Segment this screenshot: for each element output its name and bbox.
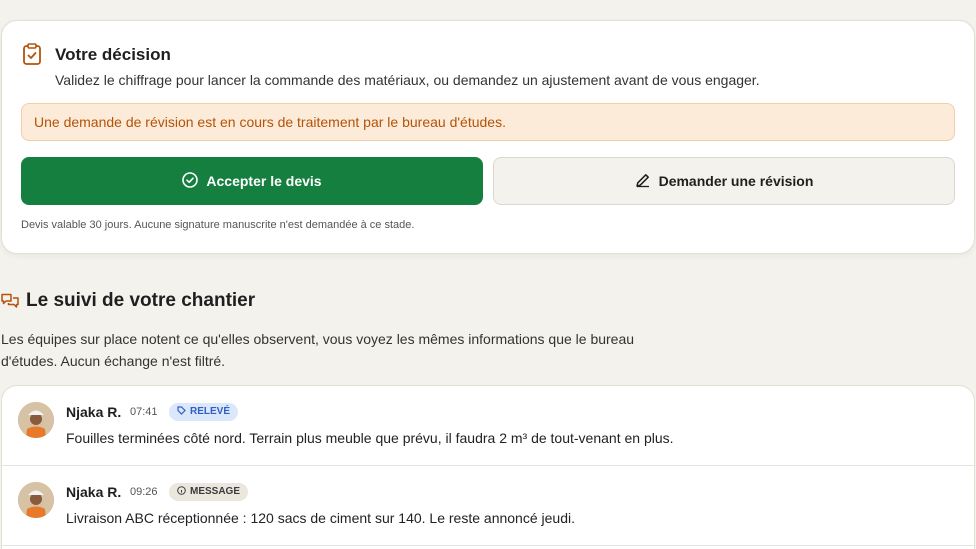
decision-description: Validez le chiffrage pour lancer la comm…: [55, 72, 760, 88]
timestamp: 07:41: [130, 406, 158, 418]
request-revision-button[interactable]: Demander une révision: [493, 157, 955, 205]
clipboard-check-icon: [22, 43, 42, 65]
accept-quote-button[interactable]: Accepter le devis: [21, 157, 483, 205]
feed-item: Njaka R. 09:26 MESSAGE Livraison ABC réc…: [2, 466, 974, 546]
accept-quote-label: Accepter le devis: [206, 173, 322, 189]
tag-icon: [177, 406, 186, 418]
feed-message: Livraison ABC réceptionnée : 120 sacs de…: [66, 510, 575, 526]
badge-label: RELEVÉ: [190, 406, 231, 417]
author-name: Njaka R.: [66, 404, 122, 420]
revision-alert: Une demande de révision est en cours de …: [21, 103, 955, 141]
chat-bubbles-icon: [1, 293, 19, 309]
tracking-title: Le suivi de votre chantier: [26, 290, 256, 311]
avatar: [18, 482, 54, 518]
request-revision-label: Demander une révision: [658, 173, 814, 189]
info-icon: [177, 486, 186, 498]
timestamp: 09:26: [130, 486, 158, 498]
pencil-icon: [635, 172, 651, 191]
badge-label: MESSAGE: [190, 486, 241, 497]
tracking-description: Les équipes sur place notent ce qu'elles…: [1, 331, 635, 369]
status-badge: MESSAGE: [169, 483, 249, 501]
site-feed: Njaka R. 07:41 RELEVÉ Fouilles terminées…: [1, 385, 975, 549]
author-name: Njaka R.: [66, 484, 122, 500]
feed-item: Njaka R. 07:41 RELEVÉ Fouilles terminées…: [2, 386, 974, 466]
status-badge: RELEVÉ: [169, 403, 239, 421]
avatar: [18, 402, 54, 438]
decision-title: Votre décision: [55, 45, 171, 64]
check-circle-icon: [182, 171, 199, 191]
quote-validity-note: Devis valable 30 jours. Aucune signature…: [21, 219, 415, 231]
feed-message: Fouilles terminées côté nord. Terrain pl…: [66, 430, 674, 446]
